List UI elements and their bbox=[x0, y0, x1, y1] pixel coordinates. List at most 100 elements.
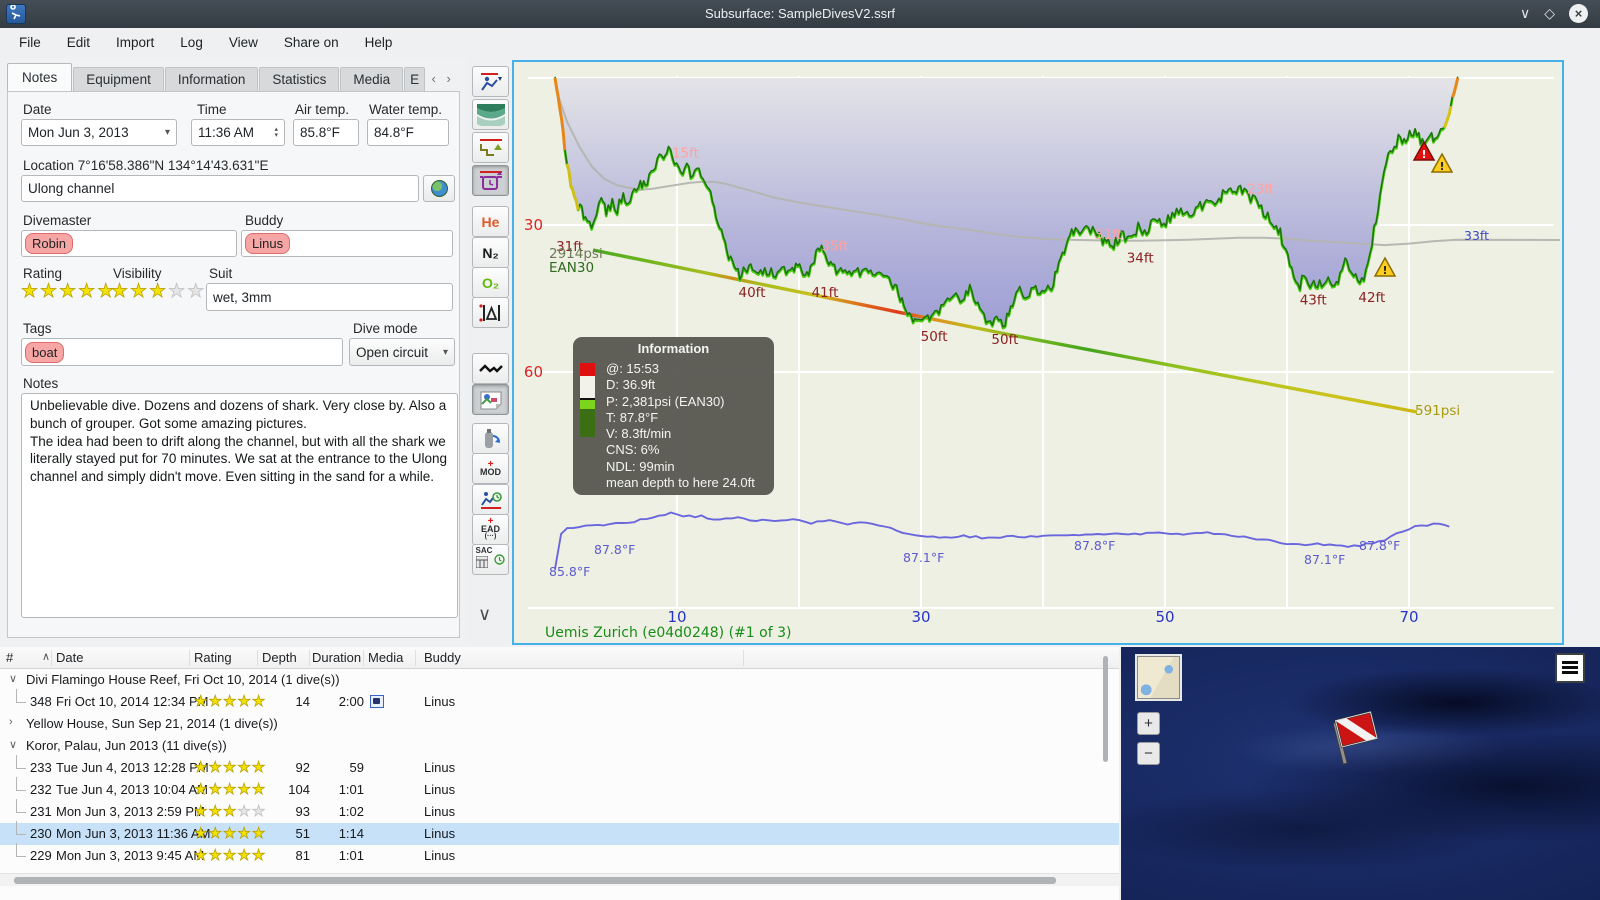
dive-row[interactable]: 233 Tue Jun 4, 2013 12:28 PM ★★★★★ 92 59 Linu… bbox=[0, 755, 1119, 779]
warning-icon[interactable]: ! bbox=[1412, 140, 1436, 161]
location-input[interactable]: Ulong channel bbox=[21, 175, 419, 202]
dive-date: Fri Oct 10, 2014 12:34 PM bbox=[56, 694, 209, 709]
date-combobox[interactable]: Mon Jun 3, 2013 ▾ bbox=[21, 119, 177, 146]
menu-log[interactable]: Log bbox=[167, 28, 216, 58]
dive-duration: 1:14 bbox=[338, 826, 364, 841]
column-header-duration[interactable]: Duration bbox=[312, 650, 364, 666]
time-spinbox[interactable]: 11:36 AM ▴ ▾ bbox=[191, 119, 285, 146]
dive-row[interactable]: 231 Mon Jun 3, 2013 2:59 PM ★★★★★ 93 1:02 Lin… bbox=[0, 799, 1119, 823]
menu-help[interactable]: Help bbox=[352, 28, 406, 58]
tab-scroll-right-icon[interactable]: › bbox=[441, 66, 456, 91]
maximize-icon[interactable]: ◇ bbox=[1544, 4, 1555, 23]
trip-row[interactable]: ∨ Koror, Palau, Jun 2013 (11 dive(s)) bbox=[0, 735, 1119, 757]
menu-view[interactable]: View bbox=[216, 28, 271, 58]
info-box-row: V: 8.3ft/min bbox=[606, 426, 672, 442]
dive-flag-marker[interactable] bbox=[1321, 705, 1385, 769]
tab-equipment[interactable]: Equipment bbox=[73, 67, 164, 91]
column-header-buddy[interactable]: Buddy bbox=[424, 650, 744, 666]
divemaster-chip[interactable]: Robin bbox=[25, 233, 73, 254]
column-header-rating[interactable]: Rating bbox=[194, 650, 258, 666]
tab-information[interactable]: Information bbox=[164, 67, 259, 91]
map-menu-button[interactable] bbox=[1555, 653, 1585, 683]
dive-mode-value: Open circuit bbox=[356, 344, 429, 360]
visibility-stars[interactable]: ★★★★★ bbox=[111, 280, 206, 303]
ead-button[interactable]: + EAD (···) bbox=[472, 514, 509, 545]
chevron-expanded-icon[interactable]: ∨ bbox=[9, 672, 17, 685]
trip-label: Yellow House, Sun Sep 21, 2014 (1 dive(s… bbox=[26, 716, 278, 731]
dive-duration: 1:02 bbox=[338, 804, 364, 819]
menu-share-on[interactable]: Share on bbox=[271, 28, 352, 58]
tag-chip[interactable]: boat bbox=[25, 341, 65, 363]
pp-nitrogen-button[interactable]: N₂ bbox=[472, 237, 509, 268]
water-temp-field[interactable]: 84.8°F bbox=[367, 119, 449, 146]
tab-media[interactable]: Media bbox=[340, 67, 404, 91]
notes-textarea[interactable]: Unbelievable dive. Dozens and dozens of … bbox=[21, 393, 458, 618]
dive-list-horizontal-scrollbar[interactable] bbox=[14, 877, 1056, 884]
dive-row[interactable]: 232 Tue Jun 4, 2013 10:04 AM ★★★★★ 104 1:01 L… bbox=[0, 777, 1119, 801]
spin-down-icon[interactable]: ▾ bbox=[274, 132, 278, 139]
dive-row[interactable]: 348 Fri Oct 10, 2014 12:34 PM ★★★★★ 14 2:00 L… bbox=[0, 689, 1119, 713]
column-header-num[interactable]: # ∧ bbox=[6, 650, 52, 666]
tissue-heatmap-button[interactable] bbox=[472, 297, 509, 328]
dive-list-hscroll-track[interactable] bbox=[0, 873, 1119, 886]
tab-statistics[interactable]: Statistics bbox=[259, 67, 340, 91]
dive-row[interactable]: 230 Mon Jun 3, 2013 11:36 AM ★★★★★ 51 1:14 Li… bbox=[0, 821, 1119, 845]
overview-map-thumbnail[interactable] bbox=[1135, 654, 1182, 701]
tank-bar-button[interactable] bbox=[472, 423, 509, 454]
trip-row[interactable]: ∨ Divi Flamingo House Reef, Fri Oct 10, 2… bbox=[0, 669, 1119, 691]
warning-icon[interactable]: ! bbox=[1373, 256, 1397, 277]
buddy-input[interactable]: Linus bbox=[241, 230, 453, 257]
dive-profile-pane[interactable]: 31ft 40ft 41ft 50ft 50ft 34ft 43ft 42ft 15ft 35ft… bbox=[512, 60, 1564, 645]
trip-row[interactable]: › Yellow House, Sun Sep 21, 2014 (1 dive(… bbox=[0, 713, 1119, 735]
map-zoom-in-button[interactable]: + bbox=[1137, 712, 1160, 735]
close-icon[interactable]: × bbox=[1569, 4, 1588, 23]
info-box-row: mean depth to here 24.0ft bbox=[606, 475, 755, 491]
deco-info-button[interactable] bbox=[472, 484, 509, 515]
minimize-icon[interactable]: ∨ bbox=[1520, 4, 1530, 23]
tab-notes[interactable]: Notes bbox=[7, 63, 73, 91]
column-header-depth[interactable]: Depth bbox=[262, 650, 310, 666]
menu-bar: File Edit Import Log View Share on Help bbox=[0, 28, 1600, 58]
pp-oxygen-button[interactable]: O₂ bbox=[472, 267, 509, 298]
dive-list-header: # ∧ Date Rating Depth Duration Media Buddy bbox=[0, 647, 1119, 669]
calculated-ceiling-button[interactable] bbox=[472, 165, 509, 196]
y-axis-tick: 60 bbox=[524, 363, 543, 381]
map-lookup-button[interactable] bbox=[423, 175, 455, 202]
toolbar-scroll-down-icon[interactable]: ∨ bbox=[478, 604, 491, 625]
dive-mode-combobox[interactable]: Open circuit ▾ bbox=[349, 338, 455, 366]
temperature-label: 87.1°F bbox=[903, 550, 944, 565]
menu-import[interactable]: Import bbox=[103, 28, 167, 58]
rating-stars[interactable]: ★★★★★ bbox=[21, 280, 116, 303]
tab-scroll-left-icon[interactable]: ‹ bbox=[426, 66, 441, 91]
map-pane[interactable]: + − bbox=[1121, 647, 1600, 900]
suit-input[interactable]: wet, 3mm bbox=[206, 283, 453, 311]
menu-edit[interactable]: Edit bbox=[54, 28, 103, 58]
tab-e[interactable]: E bbox=[404, 67, 426, 91]
sac-button[interactable]: SAC bbox=[472, 544, 509, 575]
photos-button[interactable] bbox=[472, 384, 509, 415]
heart-rate-button[interactable] bbox=[472, 353, 509, 384]
menu-file[interactable]: File bbox=[6, 28, 54, 58]
map-zoom-out-button[interactable]: − bbox=[1137, 742, 1160, 765]
x-axis-tick: 50 bbox=[1155, 608, 1174, 626]
column-header-date[interactable]: Date bbox=[56, 650, 190, 666]
dc-ceiling-button[interactable] bbox=[472, 132, 509, 163]
mod-button[interactable]: + MOD bbox=[472, 453, 509, 484]
y-axis-tick: 30 bbox=[524, 216, 543, 234]
dive-mode-toggle-button[interactable] bbox=[472, 66, 509, 97]
column-header-media[interactable]: Media bbox=[368, 650, 416, 666]
warning-icon[interactable]: ! bbox=[1430, 152, 1454, 173]
media-icon[interactable] bbox=[370, 695, 384, 708]
dive-info-pane: Notes Equipment Information Statistics Media… bbox=[0, 58, 467, 645]
svg-text:!: ! bbox=[1439, 160, 1444, 173]
shade-overlay-button[interactable] bbox=[472, 99, 509, 130]
dive-list-vertical-scrollbar[interactable] bbox=[1103, 656, 1108, 762]
buddy-chip[interactable]: Linus bbox=[245, 233, 291, 254]
divemaster-input[interactable]: Robin bbox=[21, 230, 237, 257]
pp-helium-button[interactable]: He bbox=[472, 206, 509, 237]
dive-row[interactable]: 229 Mon Jun 3, 2013 9:45 AM ★★★★★ 81 1:01 Lin… bbox=[0, 843, 1119, 867]
chevron-collapsed-icon[interactable]: › bbox=[9, 716, 13, 728]
tags-input[interactable]: boat bbox=[21, 338, 343, 366]
air-temp-field[interactable]: 85.8°F bbox=[293, 119, 359, 146]
chevron-expanded-icon[interactable]: ∨ bbox=[9, 738, 17, 751]
